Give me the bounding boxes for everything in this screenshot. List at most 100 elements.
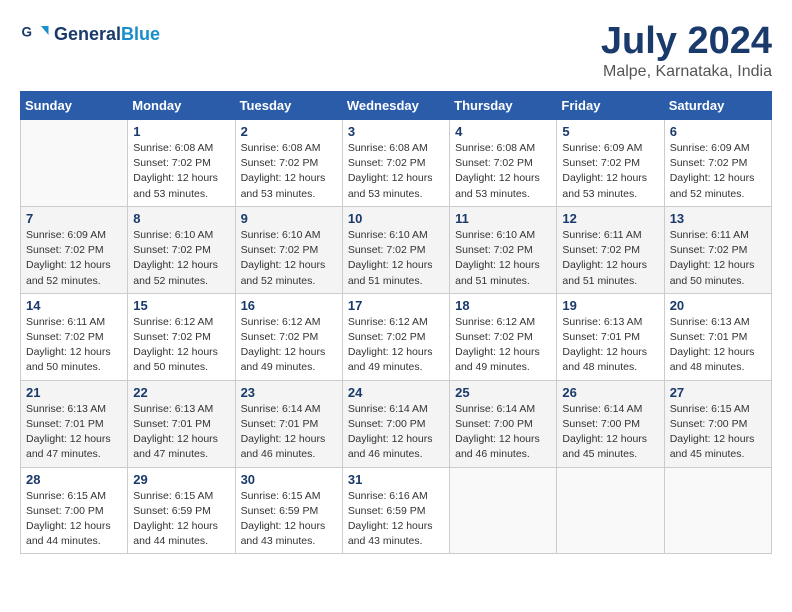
day-cell: 8Sunrise: 6:10 AMSunset: 7:02 PMDaylight… [128,206,235,293]
day-info: Sunrise: 6:11 AMSunset: 7:02 PMDaylight:… [670,228,766,289]
weekday-tuesday: Tuesday [235,92,342,120]
weekday-sunday: Sunday [21,92,128,120]
day-info: Sunrise: 6:15 AMSunset: 6:59 PMDaylight:… [133,489,229,550]
day-cell: 15 Sunrise: 6:12 AMSunset: 7:02 PMDayligh… [128,293,235,380]
day-number: 11 [455,211,551,226]
day-info: Sunrise: 6:08 AMSunset: 7:02 PMDaylight:… [348,141,444,202]
day-cell: 11 Sunrise: 6:10 AMSunset: 7:02 PMDayligh… [450,206,557,293]
day-number: 2 [241,124,337,139]
day-cell: 24Sunrise: 6:14 AMSunset: 7:00 PMDayligh… [342,380,449,467]
day-number: 27 [670,385,766,400]
day-cell: 6 Sunrise: 6:09 AMSunset: 7:02 PMDaylight… [664,120,771,207]
week-row-4: 21Sunrise: 6:13 AMSunset: 7:01 PMDayligh… [21,380,772,467]
day-number: 19 [562,298,658,313]
day-cell: 25 Sunrise: 6:14 AMSunset: 7:00 PMDayligh… [450,380,557,467]
day-number: 3 [348,124,444,139]
logo: G GeneralBlue [20,20,160,50]
day-info: Sunrise: 6:14 AMSunset: 7:00 PMDaylight:… [348,402,444,463]
day-number: 5 [562,124,658,139]
day-cell: 20 Sunrise: 6:13 AMSunset: 7:01 PMDayligh… [664,293,771,380]
day-cell: 9Sunrise: 6:10 AMSunset: 7:02 PMDaylight… [235,206,342,293]
week-row-2: 7 Sunrise: 6:09 AMSunset: 7:02 PMDaylight… [21,206,772,293]
day-info: Sunrise: 6:10 AMSunset: 7:02 PMDaylight:… [348,228,444,289]
day-cell: 27 Sunrise: 6:15 AMSunset: 7:00 PMDayligh… [664,380,771,467]
day-info: Sunrise: 6:10 AMSunset: 7:02 PMDaylight:… [455,228,551,289]
day-number: 10 [348,211,444,226]
day-cell: 29Sunrise: 6:15 AMSunset: 6:59 PMDayligh… [128,467,235,554]
day-number: 16 [241,298,337,313]
day-info: Sunrise: 6:08 AMSunset: 7:02 PMDaylight:… [133,141,229,202]
day-number: 22 [133,385,229,400]
day-cell: 7 Sunrise: 6:09 AMSunset: 7:02 PMDaylight… [21,206,128,293]
day-cell: 22 Sunrise: 6:13 AMSunset: 7:01 PMDayligh… [128,380,235,467]
day-number: 31 [348,472,444,487]
day-number: 1 [133,124,229,139]
day-number: 25 [455,385,551,400]
weekday-friday: Friday [557,92,664,120]
day-info: Sunrise: 6:11 AMSunset: 7:02 PMDaylight:… [562,228,658,289]
day-cell: 5 Sunrise: 6:09 AMSunset: 7:02 PMDaylight… [557,120,664,207]
day-info: Sunrise: 6:15 AMSunset: 7:00 PMDaylight:… [670,402,766,463]
day-info: Sunrise: 6:16 AMSunset: 6:59 PMDaylight:… [348,489,444,550]
day-cell: 19Sunrise: 6:13 AMSunset: 7:01 PMDayligh… [557,293,664,380]
day-cell: 3 Sunrise: 6:08 AMSunset: 7:02 PMDaylight… [342,120,449,207]
day-number: 4 [455,124,551,139]
day-info: Sunrise: 6:13 AMSunset: 7:01 PMDaylight:… [670,315,766,376]
page-header: G GeneralBlue July 2024 Malpe, Karnataka… [20,20,772,81]
week-row-3: 14Sunrise: 6:11 AMSunset: 7:02 PMDayligh… [21,293,772,380]
day-info: Sunrise: 6:14 AMSunset: 7:00 PMDaylight:… [455,402,551,463]
day-cell: 30 Sunrise: 6:15 AMSunset: 6:59 PMDayligh… [235,467,342,554]
day-cell [664,467,771,554]
day-number: 20 [670,298,766,313]
day-cell: 10 Sunrise: 6:10 AMSunset: 7:02 PMDayligh… [342,206,449,293]
day-info: Sunrise: 6:15 AMSunset: 6:59 PMDaylight:… [241,489,337,550]
day-number: 28 [26,472,122,487]
day-number: 13 [670,211,766,226]
day-info: Sunrise: 6:12 AMSunset: 7:02 PMDaylight:… [348,315,444,376]
day-info: Sunrise: 6:13 AMSunset: 7:01 PMDaylight:… [133,402,229,463]
day-number: 14 [26,298,122,313]
day-cell: 2 Sunrise: 6:08 AMSunset: 7:02 PMDaylight… [235,120,342,207]
weekday-monday: Monday [128,92,235,120]
week-row-5: 28 Sunrise: 6:15 AMSunset: 7:00 PMDayligh… [21,467,772,554]
day-info: Sunrise: 6:12 AMSunset: 7:02 PMDaylight:… [241,315,337,376]
month-year: July 2024 [601,20,772,63]
day-cell: 1 Sunrise: 6:08 AMSunset: 7:02 PMDaylight… [128,120,235,207]
day-info: Sunrise: 6:14 AMSunset: 7:00 PMDaylight:… [562,402,658,463]
day-info: Sunrise: 6:12 AMSunset: 7:02 PMDaylight:… [455,315,551,376]
day-cell [557,467,664,554]
weekday-wednesday: Wednesday [342,92,449,120]
day-info: Sunrise: 6:08 AMSunset: 7:02 PMDaylight:… [241,141,337,202]
day-cell [21,120,128,207]
day-info: Sunrise: 6:15 AMSunset: 7:00 PMDaylight:… [26,489,122,550]
day-number: 17 [348,298,444,313]
day-info: Sunrise: 6:09 AMSunset: 7:02 PMDaylight:… [26,228,122,289]
day-info: Sunrise: 6:13 AMSunset: 7:01 PMDaylight:… [26,402,122,463]
weekday-saturday: Saturday [664,92,771,120]
day-info: Sunrise: 6:09 AMSunset: 7:02 PMDaylight:… [562,141,658,202]
day-cell [450,467,557,554]
title-section: July 2024 Malpe, Karnataka, India [601,20,772,81]
day-number: 23 [241,385,337,400]
logo-icon: G [20,20,50,50]
day-cell: 13 Sunrise: 6:11 AMSunset: 7:02 PMDayligh… [664,206,771,293]
day-cell: 12 Sunrise: 6:11 AMSunset: 7:02 PMDayligh… [557,206,664,293]
weekday-header-row: SundayMondayTuesdayWednesdayThursdayFrid… [21,92,772,120]
day-cell: 18 Sunrise: 6:12 AMSunset: 7:02 PMDayligh… [450,293,557,380]
day-info: Sunrise: 6:09 AMSunset: 7:02 PMDaylight:… [670,141,766,202]
day-number: 9 [241,211,337,226]
logo-text: GeneralBlue [54,24,160,46]
day-cell: 26Sunrise: 6:14 AMSunset: 7:00 PMDayligh… [557,380,664,467]
day-cell: 14Sunrise: 6:11 AMSunset: 7:02 PMDayligh… [21,293,128,380]
day-number: 18 [455,298,551,313]
day-number: 12 [562,211,658,226]
day-number: 6 [670,124,766,139]
week-row-1: 1 Sunrise: 6:08 AMSunset: 7:02 PMDaylight… [21,120,772,207]
day-number: 7 [26,211,122,226]
day-cell: 23Sunrise: 6:14 AMSunset: 7:01 PMDayligh… [235,380,342,467]
day-info: Sunrise: 6:10 AMSunset: 7:02 PMDaylight:… [133,228,229,289]
day-number: 30 [241,472,337,487]
day-info: Sunrise: 6:12 AMSunset: 7:02 PMDaylight:… [133,315,229,376]
calendar-body: 1 Sunrise: 6:08 AMSunset: 7:02 PMDaylight… [21,120,772,554]
day-number: 15 [133,298,229,313]
